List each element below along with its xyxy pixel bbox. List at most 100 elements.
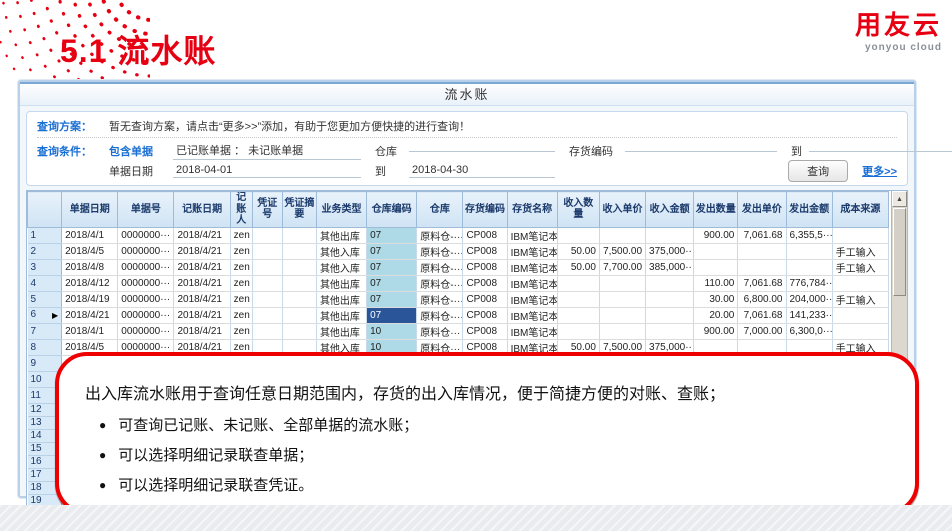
inventory-code-to-field[interactable]: [809, 150, 952, 152]
table-cell[interactable]: 07: [367, 307, 417, 323]
table-cell[interactable]: 900.00: [694, 227, 738, 243]
table-cell[interactable]: [282, 275, 316, 291]
table-cell[interactable]: 0000000···: [118, 275, 174, 291]
table-cell[interactable]: [282, 307, 316, 323]
table-cell[interactable]: [557, 307, 599, 323]
table-cell[interactable]: 07: [367, 243, 417, 259]
table-cell[interactable]: 6,800.00: [738, 291, 786, 307]
warehouse-field[interactable]: [409, 150, 555, 152]
table-cell[interactable]: 2018/4/21: [174, 275, 230, 291]
table-cell[interactable]: zen: [230, 291, 252, 307]
table-cell[interactable]: [599, 275, 645, 291]
table-cell[interactable]: [694, 243, 738, 259]
table-cell[interactable]: 07: [367, 291, 417, 307]
table-cell[interactable]: zen: [230, 307, 252, 323]
table-cell[interactable]: [646, 323, 694, 339]
table-cell[interactable]: 原料仓-···: [417, 259, 463, 275]
table-cell[interactable]: zen: [230, 275, 252, 291]
row-number-cell[interactable]: 2: [28, 243, 62, 259]
table-cell[interactable]: 2018/4/12: [62, 275, 118, 291]
table-cell[interactable]: [646, 307, 694, 323]
table-cell[interactable]: 7,061.68: [738, 227, 786, 243]
table-cell[interactable]: IBM笔记本: [507, 227, 557, 243]
search-button[interactable]: 查询: [788, 160, 848, 182]
table-cell[interactable]: [738, 243, 786, 259]
table-cell[interactable]: [646, 291, 694, 307]
table-cell[interactable]: 2018/4/21: [174, 307, 230, 323]
table-cell[interactable]: 30.00: [694, 291, 738, 307]
table-cell[interactable]: 2018/4/21: [174, 323, 230, 339]
table-cell[interactable]: 0000000···: [118, 243, 174, 259]
row-number-cell[interactable]: 4: [28, 275, 62, 291]
table-cell[interactable]: 0000000···: [118, 323, 174, 339]
table-cell[interactable]: [252, 243, 282, 259]
table-cell[interactable]: 原料仓-···: [417, 291, 463, 307]
row-number-cell[interactable]: 7: [28, 323, 62, 339]
table-cell[interactable]: zen: [230, 323, 252, 339]
table-cell[interactable]: 2018/4/19: [62, 291, 118, 307]
table-cell[interactable]: 07: [367, 227, 417, 243]
table-cell[interactable]: [282, 259, 316, 275]
table-cell[interactable]: 7,061.68: [738, 307, 786, 323]
table-cell[interactable]: 141,233···: [786, 307, 832, 323]
table-cell[interactable]: 2018/4/5: [62, 243, 118, 259]
table-cell[interactable]: [646, 275, 694, 291]
table-cell[interactable]: 0000000···: [118, 259, 174, 275]
table-cell[interactable]: 0000000···: [118, 291, 174, 307]
table-cell[interactable]: 手工输入: [832, 243, 888, 259]
table-cell[interactable]: [557, 323, 599, 339]
table-cell[interactable]: [252, 323, 282, 339]
table-cell[interactable]: 2018/4/21: [174, 227, 230, 243]
table-cell[interactable]: 其他出库: [316, 307, 366, 323]
table-cell[interactable]: [599, 291, 645, 307]
scroll-up-icon[interactable]: ▲: [892, 191, 907, 207]
more-link[interactable]: 更多>>: [862, 163, 897, 179]
row-number-cell[interactable]: 1: [28, 227, 62, 243]
table-cell[interactable]: [252, 227, 282, 243]
table-cell[interactable]: 50.00: [557, 259, 599, 275]
table-cell[interactable]: [599, 323, 645, 339]
table-cell[interactable]: [557, 291, 599, 307]
table-cell[interactable]: 110.00: [694, 275, 738, 291]
table-cell[interactable]: 原料仓-···: [417, 307, 463, 323]
table-cell[interactable]: 2018/4/1: [62, 227, 118, 243]
table-cell[interactable]: 2018/4/21: [62, 307, 118, 323]
table-cell[interactable]: 原料仓-···: [417, 275, 463, 291]
table-cell[interactable]: 2018/4/8: [62, 259, 118, 275]
table-cell[interactable]: [832, 323, 888, 339]
table-cell[interactable]: 其他入库: [316, 243, 366, 259]
table-cell[interactable]: [832, 227, 888, 243]
table-cell[interactable]: 原料仓-···: [417, 227, 463, 243]
table-cell[interactable]: [557, 227, 599, 243]
table-cell[interactable]: IBM笔记本: [507, 259, 557, 275]
table-cell[interactable]: [282, 323, 316, 339]
table-cell[interactable]: 其他出库: [316, 275, 366, 291]
table-cell[interactable]: CP008: [463, 227, 507, 243]
table-cell[interactable]: 07: [367, 259, 417, 275]
table-cell[interactable]: 其他入库: [316, 259, 366, 275]
table-cell[interactable]: 7,500.00: [599, 243, 645, 259]
table-cell[interactable]: 10: [367, 323, 417, 339]
date-to-field[interactable]: 2018-04-30: [409, 164, 555, 178]
table-cell[interactable]: 原料仓-···: [417, 243, 463, 259]
table-cell[interactable]: 2018/4/21: [174, 259, 230, 275]
table-cell[interactable]: 2018/4/1: [62, 323, 118, 339]
table-cell[interactable]: 50.00: [557, 243, 599, 259]
table-cell[interactable]: 385,000···: [646, 259, 694, 275]
row-number-cell[interactable]: 5: [28, 291, 62, 307]
table-cell[interactable]: CP008: [463, 259, 507, 275]
table-cell[interactable]: [786, 243, 832, 259]
table-cell[interactable]: 手工输入: [832, 291, 888, 307]
table-cell[interactable]: [282, 227, 316, 243]
table-cell[interactable]: CP008: [463, 275, 507, 291]
table-cell[interactable]: zen: [230, 259, 252, 275]
table-cell[interactable]: [786, 259, 832, 275]
row-number-cell[interactable]: 3: [28, 259, 62, 275]
table-cell[interactable]: [832, 307, 888, 323]
table-cell[interactable]: 375,000···: [646, 243, 694, 259]
table-cell[interactable]: CP008: [463, 323, 507, 339]
table-cell[interactable]: [832, 275, 888, 291]
table-cell[interactable]: [599, 307, 645, 323]
table-cell[interactable]: [282, 243, 316, 259]
table-cell[interactable]: [252, 259, 282, 275]
